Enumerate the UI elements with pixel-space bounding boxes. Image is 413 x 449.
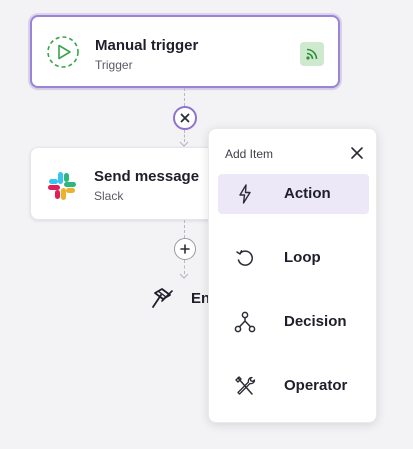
menu-item-label: Action	[284, 185, 331, 202]
rss-feed-icon	[300, 42, 324, 66]
remove-step-button[interactable]	[173, 106, 197, 130]
close-icon[interactable]	[349, 145, 365, 161]
add-item-panel: Add Item Action Loop Decision Operator	[208, 128, 377, 423]
flag-icon	[150, 287, 176, 316]
menu-item-loop[interactable]: Loop	[218, 238, 369, 278]
node-title: Send message	[94, 168, 200, 185]
arrow-down-icon	[179, 273, 189, 279]
menu-item-action[interactable]: Action	[218, 174, 369, 214]
menu-item-label: Decision	[284, 313, 347, 330]
panel-title: Add Item	[225, 147, 274, 161]
add-step-button[interactable]	[174, 238, 196, 260]
node-subtitle: Trigger	[95, 58, 133, 72]
close-icon	[180, 113, 190, 123]
manual-trigger-node[interactable]: Manual trigger Trigger	[30, 15, 340, 88]
lightning-icon	[233, 182, 257, 206]
menu-item-label: Loop	[284, 249, 321, 266]
decision-icon	[233, 310, 257, 334]
send-message-node[interactable]: Send message Slack	[30, 147, 230, 220]
connector-line	[184, 220, 185, 238]
node-subtitle: Slack	[94, 189, 124, 203]
tools-icon	[233, 374, 257, 398]
loop-icon	[233, 246, 257, 270]
plus-icon	[180, 244, 190, 254]
slack-icon	[46, 170, 78, 202]
menu-item-label: Operator	[284, 377, 348, 394]
node-title: Manual trigger	[95, 37, 199, 54]
menu-item-operator[interactable]: Operator	[218, 366, 369, 406]
connector-line	[184, 88, 185, 106]
play-circle-icon	[46, 35, 80, 69]
menu-item-decision[interactable]: Decision	[218, 302, 369, 342]
connector-line	[184, 260, 185, 274]
